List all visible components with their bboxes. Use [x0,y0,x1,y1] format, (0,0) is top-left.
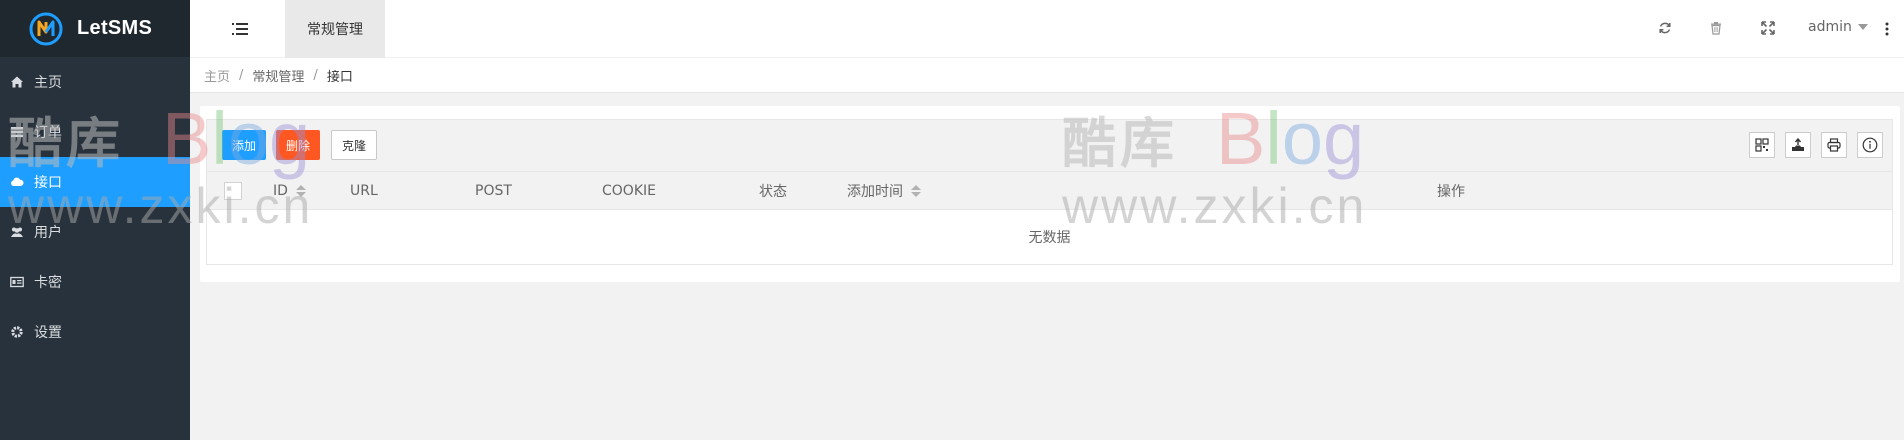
menu-toggle-icon[interactable] [232,22,248,36]
cloud-icon [11,177,24,186]
logo[interactable]: LetSMS [0,0,190,57]
delete-button[interactable]: 删除 [276,130,320,160]
user-menu[interactable]: admin [1808,19,1868,35]
column-header-actions: 操作 [1437,184,1465,200]
clone-button[interactable]: 克隆 [331,130,377,160]
table-toolbar: 添加 删除 克隆 [207,120,1892,172]
sort-icon[interactable] [295,185,306,197]
breadcrumb-current: 接口 [326,69,353,85]
sidebar-item-users[interactable]: 用户 [0,207,190,257]
app-name: LetSMS [77,17,153,39]
add-button[interactable]: 添加 [222,130,266,160]
letsms-logo-icon [29,12,63,45]
sidebar-item-label: 主页 [34,75,62,91]
column-header-id[interactable]: ID [273,172,306,210]
breadcrumb-separator: / [313,67,318,83]
sidebar-item-api[interactable]: 接口 [0,157,190,207]
select-all-checkbox[interactable] [224,182,242,200]
sidebar-item-home[interactable]: 主页 [0,57,190,107]
sidebar-item-settings[interactable]: 设置 [0,307,190,357]
card-icon [10,276,24,288]
column-header-add-time[interactable]: 添加时间 [847,172,921,210]
sidebar-item-label: 卡密 [34,275,62,291]
sort-icon[interactable] [911,185,921,197]
breadcrumb: 主页 / 常规管理 / 接口 [190,58,1904,93]
export-button[interactable] [1785,132,1811,158]
home-icon [11,76,23,88]
username: admin [1808,19,1852,35]
breadcrumb-home[interactable]: 主页 [204,66,230,85]
sidebar-item-label: 接口 [34,175,62,191]
sidebar-item-orders[interactable]: 订单 [0,107,190,157]
sidebar-item-label: 用户 [34,225,62,241]
top-header: 常规管理 admin [190,0,1904,58]
fullscreen-icon[interactable] [1761,21,1775,35]
info-icon [1862,137,1878,153]
content-card: 添加 删除 克隆 ID URL POST COOKIE 状态 添加时间 操作 无… [200,106,1900,282]
refresh-icon[interactable] [1658,21,1672,35]
print-icon [1827,138,1841,152]
column-header-status: 状态 [759,184,787,200]
sidebar-item-label: 设置 [34,325,62,341]
sidebar-item-label: 订单 [34,125,62,141]
table-header: ID URL POST COOKIE 状态 添加时间 操作 [207,172,1892,210]
info-button[interactable] [1857,132,1883,158]
data-table: 添加 删除 克隆 ID URL POST COOKIE 状态 添加时间 操作 无… [206,119,1893,265]
export-icon [1792,138,1804,151]
print-button[interactable] [1821,132,1847,158]
column-header-url: URL [350,183,378,199]
tab-general-management[interactable]: 常规管理 [285,0,385,58]
list-icon [11,127,23,138]
sidebar: LetSMS 主页 订单 接口 用户 卡密 设置 [0,0,190,440]
gear-icon [11,326,23,338]
trash-icon[interactable] [1709,21,1723,35]
chevron-down-icon [1857,24,1868,30]
columns-icon [1755,138,1769,152]
breadcrumb-separator: / [239,67,244,83]
more-vertical-icon[interactable] [1885,22,1889,36]
column-header-cookie: COOKIE [602,183,656,199]
columns-toggle-button[interactable] [1749,132,1775,158]
sidebar-item-cards[interactable]: 卡密 [0,257,190,307]
users-icon [11,227,23,237]
column-header-post: POST [475,183,512,199]
breadcrumb-general[interactable]: 常规管理 [252,66,304,85]
empty-state: 无数据 [1028,230,1071,246]
